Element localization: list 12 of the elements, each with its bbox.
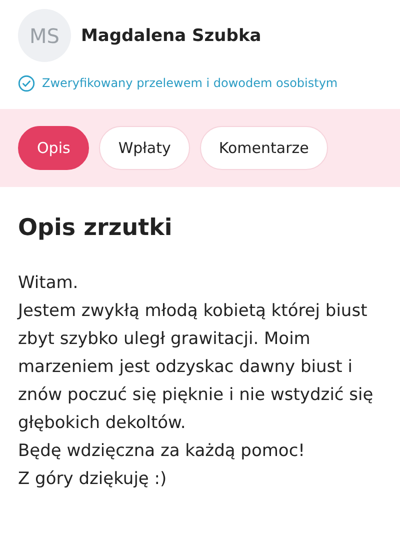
verification-text: Zweryfikowany przelewem i dowodem osobistym [42, 76, 338, 90]
tab[interactable]: Komentarze [200, 126, 328, 170]
check-circle-icon [18, 74, 35, 92]
description-text: Jestem zwykłą młodą kobietą której biust zbyt szybko uległ grawitacji. Moim marzeniem jest odzyskac dawny biust i znów poczuć się pięknie i nie wstydzić się głębokich dekoltów. [18, 300, 374, 435]
description-text: Witam. [18, 272, 80, 295]
section-title: Opis zrzutki [18, 215, 174, 241]
tab[interactable]: Wpłaty [99, 126, 190, 170]
tab[interactable]: Opis [18, 126, 90, 170]
user-name: Magdalena Szubka [81, 26, 262, 46]
description-text: Z góry dziękuję :) [18, 468, 168, 491]
description-text: Będę wdzięczna za każdą pomoc! [18, 440, 306, 463]
avatar: MS [18, 9, 71, 62]
